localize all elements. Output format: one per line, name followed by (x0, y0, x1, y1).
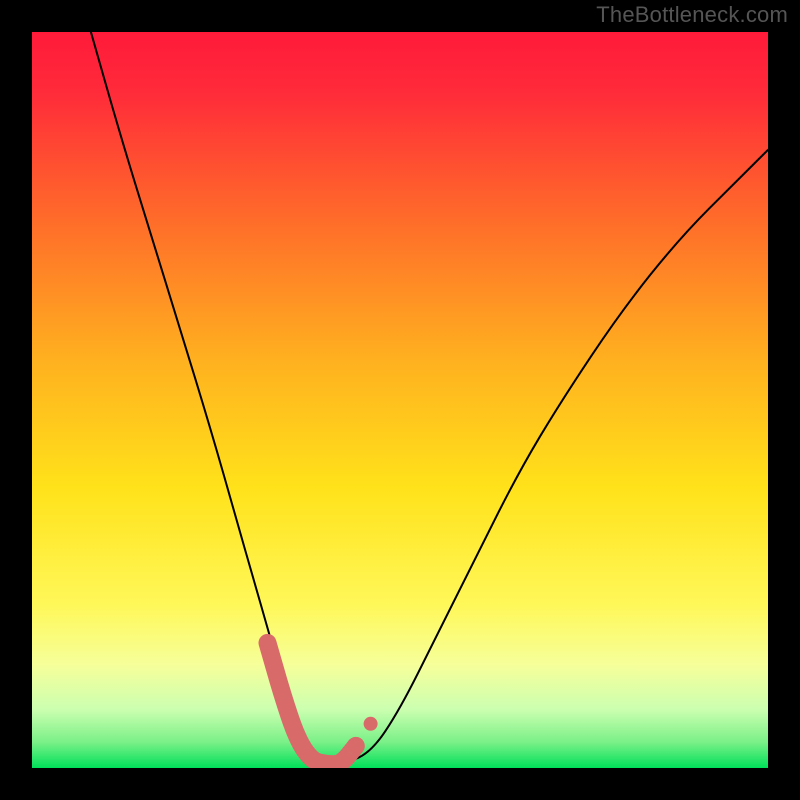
watermark-text: TheBottleneck.com (596, 2, 788, 28)
plot-background-gradient (32, 32, 768, 768)
plot-svg (32, 32, 768, 768)
marker-dot (364, 717, 378, 731)
chart-frame: TheBottleneck.com (0, 0, 800, 800)
bottleneck-plot (32, 32, 768, 768)
